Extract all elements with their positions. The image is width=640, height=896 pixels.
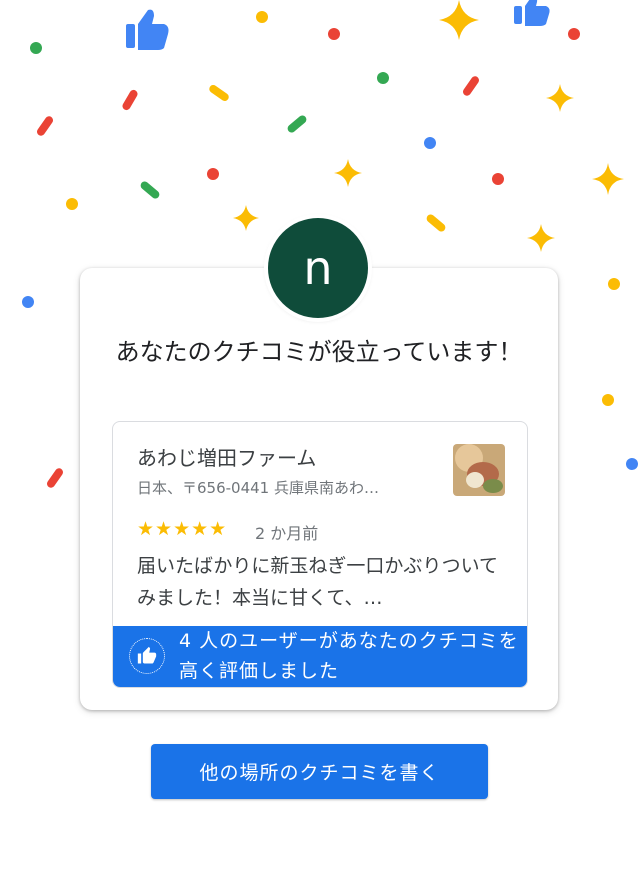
rating-stars: ★★★★★ <box>137 518 228 540</box>
avatar-letter: n <box>303 241 333 295</box>
thumbs-up-icon <box>129 638 165 674</box>
likes-banner-text: 4 人のユーザーがあなたのクチコミを高く評価しました <box>179 630 519 682</box>
place-address: 日本、〒656-0441 兵庫県南あわ… <box>137 479 379 497</box>
place-photo <box>453 444 505 496</box>
review-preview[interactable]: あわじ増田ファーム 日本、〒656-0441 兵庫県南あわ… ★★★★★ 2 か… <box>112 421 528 688</box>
review-time: 2 か月前 <box>255 524 319 543</box>
write-review-button[interactable]: 他の場所のクチコミを書く <box>151 744 488 799</box>
headline: あなたのクチコミが役立っています！ <box>115 338 523 366</box>
user-avatar[interactable]: n <box>268 218 368 318</box>
place-name: あわじ増田ファーム <box>137 446 317 470</box>
likes-banner: 4 人のユーザーがあなたのクチコミを高く評価しました <box>113 626 527 687</box>
review-text: 届いたばかりに新玉ねぎ一口かぶりついてみました！本当に甘くて、… <box>137 555 499 609</box>
